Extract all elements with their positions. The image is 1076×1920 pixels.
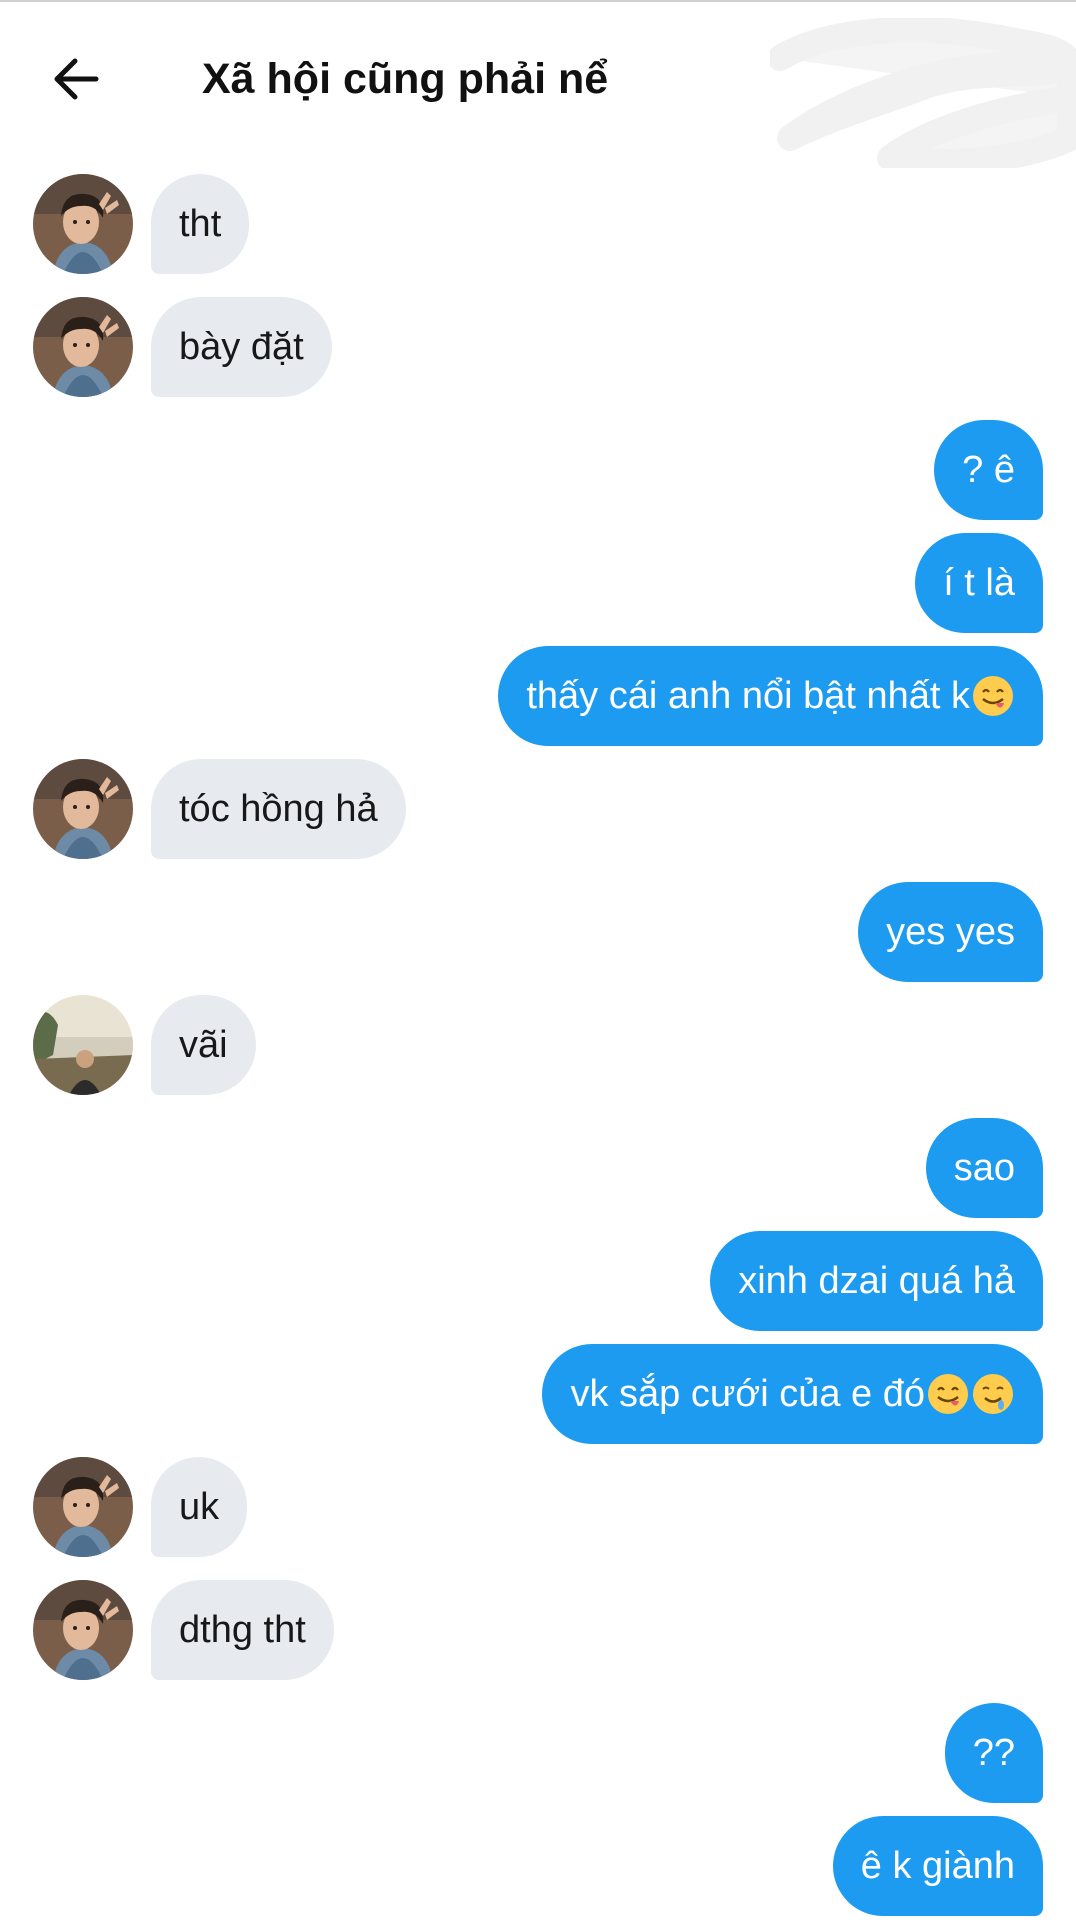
outgoing-message-bubble[interactable]: ??: [944, 1703, 1043, 1803]
message-text: xinh dzai quá hả: [738, 1259, 1015, 1302]
outgoing-message-row: thấy cái anh nổi bật nhất k: [0, 646, 1076, 746]
outgoing-message-row: ? ê: [0, 420, 1076, 520]
face-savoring-food-icon: [928, 1374, 968, 1414]
outgoing-message-bubble[interactable]: ? ê: [934, 420, 1043, 520]
incoming-message-row: tóc hồng hả: [0, 759, 1076, 859]
face-savoring-food-icon: [973, 676, 1013, 716]
avatar[interactable]: [33, 1580, 133, 1680]
outgoing-message-bubble[interactable]: thấy cái anh nổi bật nhất k: [498, 646, 1043, 746]
message-text: ??: [972, 1731, 1015, 1774]
message-text: vãi: [179, 1023, 228, 1066]
outgoing-message-row: xinh dzai quá hả: [0, 1231, 1076, 1331]
outgoing-message-row: yes yes: [0, 882, 1076, 982]
outgoing-message-row: í t là: [0, 533, 1076, 633]
message-text: vk sắp cưới của e đó: [570, 1372, 925, 1415]
message-text: tht: [179, 202, 222, 245]
message-text: yes yes: [886, 910, 1015, 953]
incoming-message-row: uk: [0, 1457, 1076, 1557]
outgoing-message-row: vk sắp cưới của e đó: [0, 1344, 1076, 1444]
message-list: tht bày đặt ? ê í t là thấy cái anh nổi bật …: [0, 0, 1076, 1920]
incoming-message-bubble[interactable]: dthg tht: [151, 1580, 334, 1680]
message-text: dthg tht: [179, 1608, 306, 1651]
message-text: ? ê: [962, 448, 1015, 491]
avatar[interactable]: [33, 297, 133, 397]
incoming-message-bubble[interactable]: vãi: [151, 995, 256, 1095]
avatar[interactable]: [33, 995, 133, 1095]
message-text: bày đặt: [179, 325, 304, 368]
outgoing-message-bubble[interactable]: yes yes: [858, 882, 1043, 982]
outgoing-message-bubble[interactable]: xinh dzai quá hả: [710, 1231, 1043, 1331]
outgoing-message-bubble[interactable]: sao: [925, 1118, 1043, 1218]
incoming-message-row: dthg tht: [0, 1580, 1076, 1680]
message-text: sao: [953, 1146, 1015, 1189]
outgoing-message-row: sao: [0, 1118, 1076, 1218]
message-text: í t là: [943, 561, 1015, 604]
outgoing-message-row: ê k giành: [0, 1816, 1076, 1916]
incoming-message-row: tht: [0, 174, 1076, 274]
outgoing-message-bubble[interactable]: í t là: [915, 533, 1043, 633]
outgoing-message-bubble[interactable]: ê k giành: [832, 1816, 1043, 1916]
incoming-message-bubble[interactable]: uk: [151, 1457, 248, 1557]
incoming-message-row: bày đặt: [0, 297, 1076, 397]
drooling-face-icon: [973, 1374, 1013, 1414]
avatar[interactable]: [33, 174, 133, 274]
incoming-message-row: vãi: [0, 995, 1076, 1095]
message-text: uk: [179, 1485, 220, 1528]
incoming-message-bubble[interactable]: tóc hồng hả: [151, 759, 406, 859]
avatar[interactable]: [33, 1457, 133, 1557]
outgoing-message-row: ??: [0, 1703, 1076, 1803]
outgoing-message-bubble[interactable]: vk sắp cưới của e đó: [542, 1344, 1043, 1444]
message-text: thấy cái anh nổi bật nhất k: [526, 674, 970, 717]
avatar[interactable]: [33, 759, 133, 859]
message-text: ê k giành: [860, 1844, 1015, 1887]
message-text: tóc hồng hả: [179, 787, 378, 830]
incoming-message-bubble[interactable]: tht: [151, 174, 250, 274]
incoming-message-bubble[interactable]: bày đặt: [151, 297, 332, 397]
